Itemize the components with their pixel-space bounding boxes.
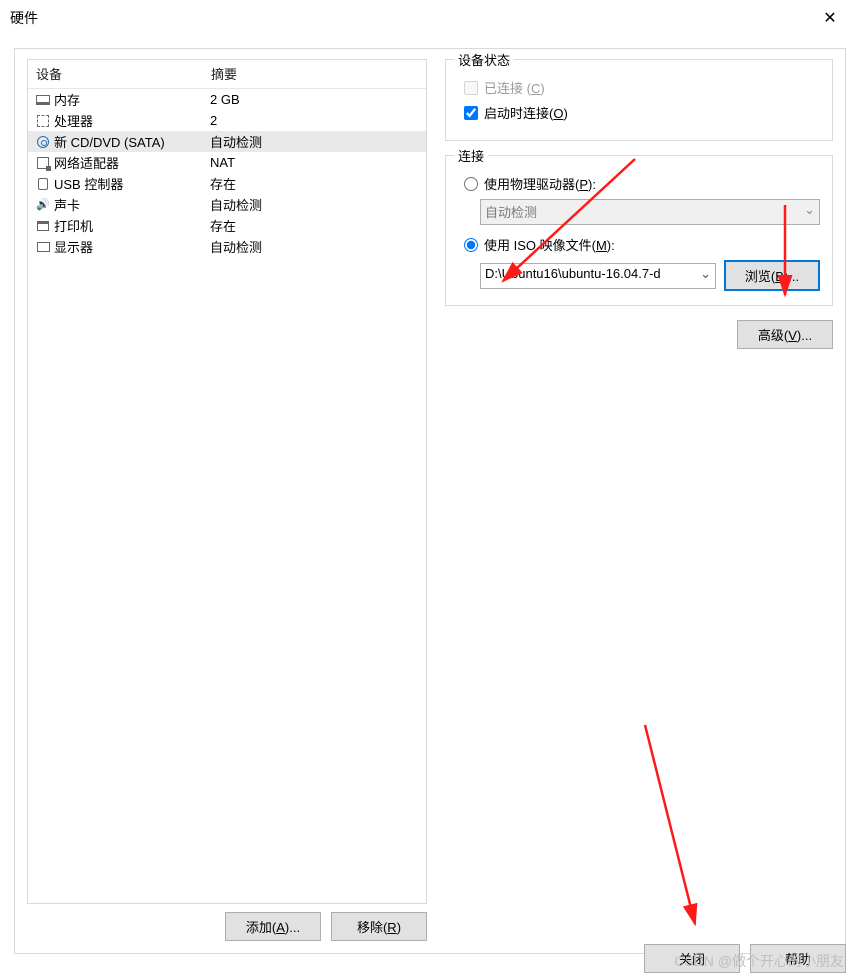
- connect-poweron-label: 启动时连接(O): [484, 103, 568, 122]
- usb-icon: [34, 176, 52, 192]
- use-physical-radio-row[interactable]: 使用物理驱动器(P):: [464, 174, 820, 193]
- chevron-down-icon: ⌄: [804, 202, 815, 218]
- connected-label: 已连接 (C): [484, 78, 545, 97]
- use-iso-label: 使用 ISO 映像文件(M):: [484, 235, 615, 254]
- device-list-header: 设备 摘要: [28, 60, 426, 89]
- connection-legend: 连接: [454, 146, 488, 165]
- close-button[interactable]: 关闭: [644, 944, 740, 973]
- iso-path-combo[interactable]: D:\Ubuntu16\ubuntu-16.04.7-d ⌄: [480, 263, 716, 289]
- use-iso-radio[interactable]: [464, 238, 478, 252]
- use-physical-radio[interactable]: [464, 177, 478, 191]
- header-device: 设备: [36, 64, 211, 83]
- close-icon[interactable]: ✕: [810, 8, 850, 28]
- device-row-sound[interactable]: 🔊 声卡 自动检测: [28, 194, 426, 215]
- device-list[interactable]: 设备 摘要 内存 2 GB 处理器 2 新 C: [27, 59, 427, 904]
- browse-button[interactable]: 浏览(B)...: [724, 260, 820, 291]
- physical-drive-select: 自动检测 ⌄: [480, 199, 820, 225]
- printer-icon: [34, 218, 52, 234]
- network-icon: [34, 155, 52, 171]
- help-button[interactable]: 帮助: [750, 944, 846, 973]
- header-summary: 摘要: [211, 64, 237, 83]
- connection-group: 连接 使用物理驱动器(P): 自动检测 ⌄ 使用 ISO 映像文件(M):: [445, 155, 833, 306]
- window-title: 硬件: [10, 8, 810, 28]
- device-status-group: 设备状态 已连接 (C) 启动时连接(O): [445, 59, 833, 141]
- display-icon: [34, 239, 52, 255]
- device-row-display[interactable]: 显示器 自动检测: [28, 236, 426, 257]
- device-row-network[interactable]: 网络适配器 NAT: [28, 152, 426, 173]
- device-row-printer[interactable]: 打印机 存在: [28, 215, 426, 236]
- device-row-cddvd[interactable]: 新 CD/DVD (SATA) 自动检测: [28, 131, 426, 152]
- connected-checkbox: [464, 81, 478, 95]
- remove-button[interactable]: 移除(R): [331, 912, 427, 941]
- titlebar: 硬件 ✕: [0, 0, 860, 36]
- use-iso-radio-row[interactable]: 使用 ISO 映像文件(M):: [464, 235, 820, 254]
- main-frame: 设备 摘要 内存 2 GB 处理器 2 新 C: [14, 48, 846, 954]
- device-row-cpu[interactable]: 处理器 2: [28, 110, 426, 131]
- device-row-usb[interactable]: USB 控制器 存在: [28, 173, 426, 194]
- device-status-legend: 设备状态: [454, 50, 514, 69]
- device-row-memory[interactable]: 内存 2 GB: [28, 89, 426, 110]
- chevron-down-icon[interactable]: ⌄: [700, 266, 711, 282]
- cd-icon: [34, 134, 52, 150]
- annotation-arrow: [625, 719, 745, 942]
- connected-checkbox-row: 已连接 (C): [464, 78, 820, 97]
- sound-icon: 🔊: [34, 197, 52, 213]
- cpu-icon: [34, 113, 52, 129]
- advanced-button[interactable]: 高级(V)...: [737, 320, 833, 349]
- memory-icon: [34, 92, 52, 108]
- add-button[interactable]: 添加(A)...: [225, 912, 321, 941]
- connect-poweron-checkbox[interactable]: [464, 106, 478, 120]
- connect-poweron-row[interactable]: 启动时连接(O): [464, 103, 820, 122]
- use-physical-label: 使用物理驱动器(P):: [484, 174, 596, 193]
